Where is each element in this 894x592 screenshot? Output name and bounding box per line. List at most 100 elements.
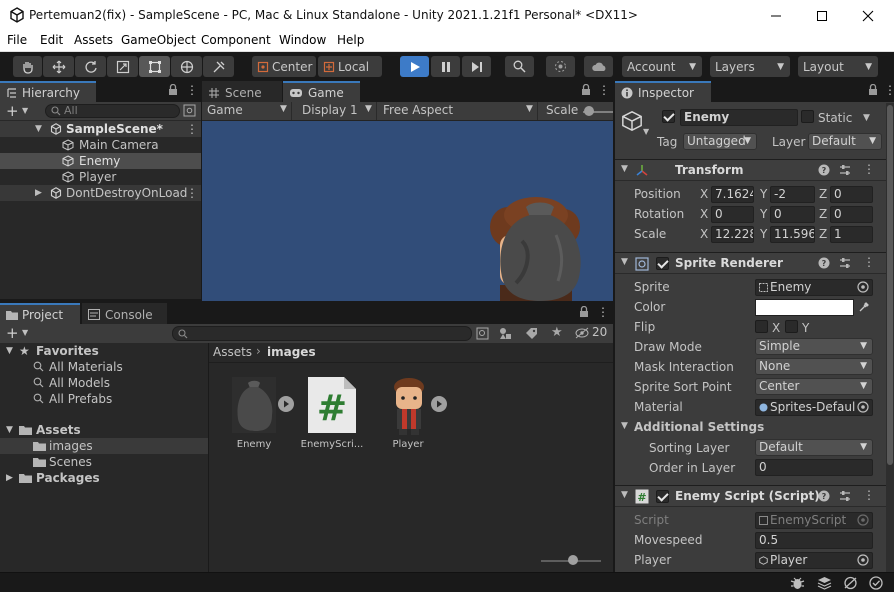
menu-help[interactable]: Help (337, 33, 364, 47)
rotation-x-input[interactable]: 0 (711, 206, 754, 223)
hand-tool-button[interactable] (13, 56, 42, 77)
tree-favorite-item[interactable]: All Materials (0, 359, 208, 375)
sort-point-dropdown[interactable]: Center ▼ (755, 378, 873, 395)
flip-x-checkbox[interactable] (755, 320, 768, 333)
kebab-menu-icon[interactable]: ⋮ (186, 121, 198, 137)
asset-item-player[interactable]: Player (384, 377, 447, 457)
scale-z-input[interactable]: 1 (830, 226, 873, 243)
menu-edit[interactable]: Edit (40, 33, 63, 47)
bug-icon[interactable] (790, 576, 805, 590)
enemy-script-enabled-checkbox[interactable] (656, 490, 669, 503)
play-button[interactable] (400, 56, 429, 77)
panel-menu-icon[interactable]: ⋮ (597, 305, 609, 319)
rect-tool-button[interactable] (139, 56, 170, 77)
active-checkbox[interactable] (662, 110, 675, 123)
tree-item-main-camera[interactable]: Main Camera (0, 137, 201, 153)
menu-file[interactable]: File (7, 33, 27, 47)
lock-icon[interactable] (581, 84, 591, 96)
check-status-icon[interactable] (869, 576, 883, 590)
kebab-menu-icon[interactable]: ⋮ (863, 255, 875, 269)
lock-icon[interactable] (579, 306, 589, 318)
kebab-menu-icon[interactable]: ⋮ (863, 488, 875, 502)
kebab-menu-icon[interactable]: ⋮ (186, 185, 198, 201)
tree-item-player[interactable]: Player (0, 169, 201, 185)
tree-item-enemy[interactable]: Enemy (0, 153, 201, 169)
static-checkbox[interactable] (801, 110, 814, 123)
filter-by-type-icon[interactable] (499, 327, 512, 340)
color-swatch[interactable] (755, 299, 854, 316)
player-object-field[interactable]: Player (755, 552, 873, 569)
tab-project[interactable]: Project (0, 303, 80, 324)
mask-interaction-dropdown[interactable]: None ▼ (755, 358, 873, 375)
inspector-scrollbar[interactable] (886, 103, 894, 572)
chevron-down-icon[interactable]: ▼ (621, 490, 628, 500)
game-viewport[interactable] (202, 121, 613, 301)
tree-packages[interactable]: ▶ Packages (0, 470, 208, 486)
services-button[interactable] (546, 56, 575, 77)
help-icon[interactable]: ? (818, 257, 830, 269)
presets-icon[interactable] (839, 164, 851, 176)
chevron-down-icon[interactable]: ▼ (863, 113, 870, 123)
tree-folder-scenes[interactable]: Scenes (0, 454, 208, 470)
add-icon[interactable]: + (6, 324, 19, 342)
stack-icon[interactable] (817, 576, 832, 590)
chevron-right-icon[interactable]: ▶ (35, 185, 42, 201)
tab-hierarchy[interactable]: Hierarchy (0, 81, 96, 102)
object-name-input[interactable]: Enemy (680, 109, 798, 126)
panel-menu-icon[interactable]: ⋮ (884, 83, 894, 97)
sprite-renderer-enabled-checkbox[interactable] (656, 257, 669, 270)
cloud-button[interactable] (584, 56, 613, 77)
game-mode-dropdown[interactable]: Game ▼ (202, 102, 292, 120)
custom-tool-button[interactable] (203, 56, 234, 77)
scale-slider-handle[interactable] (584, 106, 594, 116)
transform-header[interactable]: ▼ Transform ? ⋮ (615, 159, 894, 181)
sprite-object-field[interactable]: Enemy (755, 279, 873, 296)
chevron-down-icon[interactable]: ▼ (6, 343, 13, 359)
layout-dropdown[interactable]: Layout ▼ (798, 56, 878, 77)
kebab-menu-icon[interactable]: ⋮ (863, 162, 875, 176)
help-icon[interactable]: ? (818, 490, 830, 502)
panel-menu-icon[interactable]: ⋮ (186, 83, 198, 97)
scene-visibility-icon[interactable] (183, 104, 196, 117)
help-icon[interactable]: ? (818, 164, 830, 176)
chevron-down-icon[interactable]: ▼ (621, 164, 628, 174)
object-picker-icon[interactable] (857, 281, 869, 293)
tree-favorites[interactable]: ▼ ★ Favorites (0, 343, 208, 359)
close-button[interactable] (845, 0, 891, 31)
breadcrumb-images[interactable]: images (267, 345, 316, 359)
movespeed-input[interactable]: 0.5 (755, 532, 873, 549)
chevron-down-icon[interactable]: ▼ (22, 106, 28, 115)
menu-assets[interactable]: Assets (74, 33, 113, 47)
minimize-button[interactable] (753, 0, 799, 31)
asset-item-enemyscript[interactable]: # EnemyScri... (301, 377, 363, 457)
account-dropdown[interactable]: Account ▼ (622, 56, 702, 77)
chevron-down-icon[interactable]: ▼ (22, 328, 28, 337)
rotation-z-input[interactable]: 0 (830, 206, 873, 223)
sprite-renderer-header[interactable]: ▼ Sprite Renderer ? ⋮ (615, 252, 894, 274)
chevron-down-icon[interactable]: ▼ (35, 121, 42, 137)
favorite-star-icon[interactable]: ★ (551, 325, 563, 340)
lock-icon[interactable] (168, 84, 178, 96)
aspect-dropdown[interactable]: Free Aspect ▼ (378, 102, 538, 120)
menu-gameobject[interactable]: GameObject (121, 33, 196, 47)
presets-icon[interactable] (839, 490, 851, 502)
position-y-input[interactable]: -2 (770, 186, 815, 203)
transform-tool-button[interactable] (171, 56, 202, 77)
hidden-packages-icon[interactable] (575, 327, 589, 339)
enemy-script-header[interactable]: ▼ # Enemy Script (Script) ? ⋮ (615, 485, 894, 507)
additional-settings-foldout[interactable]: ▼ Additional Settings (615, 419, 894, 437)
pause-button[interactable] (431, 56, 460, 77)
rotation-y-input[interactable]: 0 (770, 206, 815, 223)
tree-item-dontdestroyonload[interactable]: ▶ DontDestroyOnLoad ⋮ (0, 185, 201, 201)
eyedropper-icon[interactable] (858, 301, 870, 313)
filter-by-label-icon[interactable] (525, 327, 538, 340)
tab-console[interactable]: Console (82, 303, 167, 324)
chevron-down-icon[interactable]: ▼ (643, 127, 649, 136)
tree-assets[interactable]: ▼ Assets (0, 422, 208, 438)
order-in-layer-input[interactable]: 0 (755, 459, 873, 476)
expand-sprite-icon[interactable] (278, 396, 294, 412)
cache-server-icon[interactable] (843, 576, 858, 590)
breadcrumb-assets[interactable]: Assets (213, 345, 252, 359)
add-icon[interactable]: + (6, 102, 19, 120)
tab-scene[interactable]: Scene (202, 81, 282, 102)
